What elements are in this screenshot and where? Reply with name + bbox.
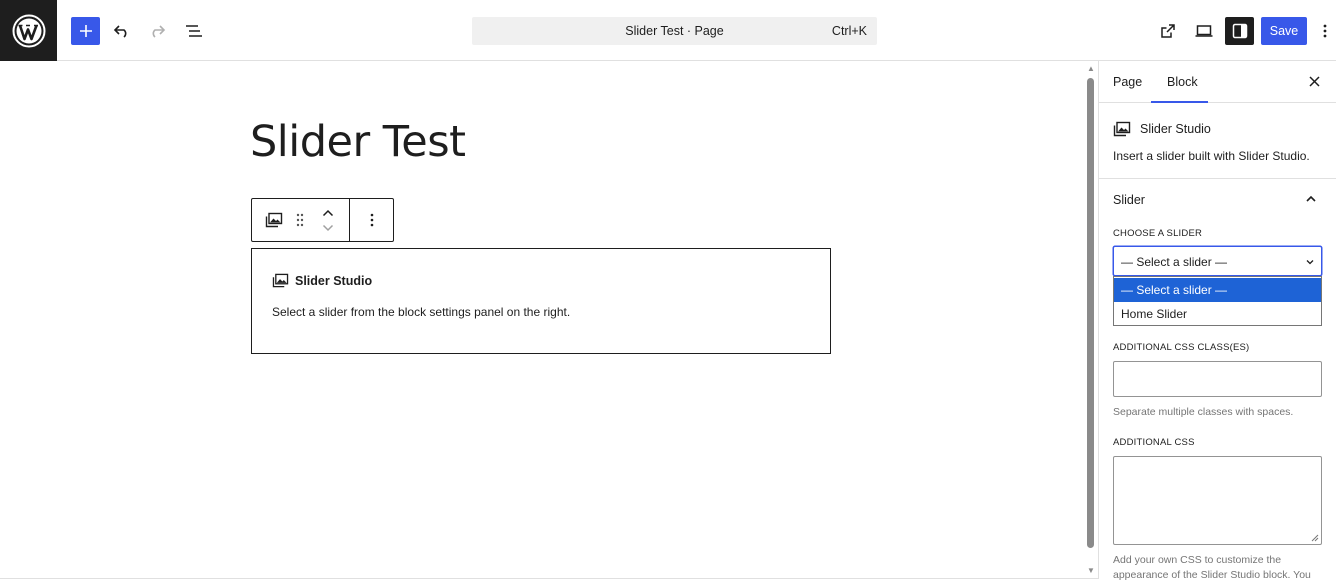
block-card-description: Insert a slider built with Slider Studio… (1113, 149, 1310, 163)
slider-select[interactable]: — Select a slider — (1113, 246, 1322, 276)
undo-icon (113, 25, 127, 38)
plus-icon (79, 25, 92, 37)
settings-toggle-button[interactable] (1225, 17, 1254, 45)
bottom-divider (0, 578, 1098, 579)
document-title: Slider Test · Page (625, 24, 724, 38)
move-up-button[interactable] (316, 205, 340, 220)
external-link-icon (1161, 24, 1175, 38)
block-type-button[interactable] (260, 199, 288, 241)
resize-handle-icon[interactable] (1311, 534, 1319, 542)
more-vertical-icon (370, 213, 374, 227)
preview-button[interactable] (1190, 17, 1218, 45)
options-menu-button[interactable] (1315, 17, 1335, 45)
editor-canvas: Slider Test Slider Studio Select a slide… (0, 61, 1084, 579)
command-palette-button[interactable]: Slider Test · Page Ctrl+K (472, 17, 877, 45)
desktop-icon (1195, 25, 1213, 37)
settings-sidebar: Page Block Slider Studio Insert a slider… (1098, 61, 1336, 581)
list-view-icon (186, 25, 202, 37)
block-options-button[interactable] (358, 199, 386, 241)
redo-button[interactable] (143, 17, 171, 45)
slider-select-value: — Select a slider — (1121, 255, 1228, 269)
block-card: Slider Studio Insert a slider built with… (1099, 103, 1336, 179)
css-class-input[interactable] (1113, 361, 1322, 397)
slider-studio-block[interactable]: Slider Studio Select a slider from the b… (251, 248, 831, 354)
chevron-down-icon (1306, 260, 1314, 265)
scroll-thumb[interactable] (1087, 78, 1094, 548)
block-toolbar (251, 198, 394, 242)
scroll-up-arrow-icon[interactable]: ▲ (1086, 65, 1096, 73)
canvas-scrollbar[interactable]: ▲ ▼ (1084, 61, 1098, 579)
drag-handle[interactable] (292, 199, 308, 241)
add-block-button[interactable] (71, 17, 100, 45)
redo-icon (152, 25, 166, 38)
slider-block-icon (265, 212, 283, 228)
tab-block[interactable]: Block (1167, 75, 1198, 89)
chevron-up-icon (322, 209, 334, 216)
block-placeholder-header: Slider Studio (272, 273, 372, 288)
move-down-button[interactable] (316, 220, 340, 235)
toolbar-divider (349, 199, 350, 241)
collapse-panel-button[interactable] (1304, 192, 1318, 206)
drag-handle-icon (296, 213, 304, 227)
page-title[interactable]: Slider Test (250, 117, 466, 167)
scroll-down-arrow-icon[interactable]: ▼ (1086, 567, 1096, 575)
tab-page[interactable]: Page (1113, 75, 1142, 89)
keyboard-shortcut: Ctrl+K (831, 24, 867, 38)
document-overview-button[interactable] (180, 17, 208, 45)
block-placeholder-text: Select a slider from the block settings … (272, 305, 571, 319)
chevron-down-icon (322, 224, 334, 231)
sidebar-tabs: Page Block (1099, 61, 1336, 103)
wordpress-w-icon (12, 14, 45, 47)
save-button[interactable]: Save (1261, 17, 1307, 45)
slider-option[interactable]: Home Slider (1114, 302, 1321, 326)
slider-panel-title[interactable]: Slider (1113, 193, 1145, 207)
sidebar-icon (1232, 23, 1247, 39)
slider-option[interactable]: — Select a slider — (1114, 278, 1321, 302)
slider-options-list: — Select a slider — Home Slider (1113, 276, 1322, 326)
view-page-button[interactable] (1154, 17, 1182, 45)
editor-header: Slider Test · Page Ctrl+K Save (0, 0, 1336, 61)
more-vertical-icon (1323, 24, 1327, 38)
css-class-help: Separate multiple classes with spaces. (1113, 406, 1294, 418)
additional-css-textarea[interactable] (1113, 456, 1322, 545)
undo-button[interactable] (108, 17, 136, 45)
additional-css-help: Add your own CSS to customize the appear… (1113, 554, 1311, 581)
wordpress-logo-icon[interactable] (0, 0, 57, 61)
close-icon (1308, 75, 1320, 87)
slider-block-icon (272, 273, 289, 288)
close-sidebar-button[interactable] (1305, 72, 1323, 90)
additional-css-label: Additional CSS (1113, 437, 1195, 448)
block-placeholder-title: Slider Studio (295, 273, 373, 288)
block-card-header: Slider Studio (1113, 121, 1211, 137)
css-class-label: Additional CSS class(es) (1113, 342, 1250, 353)
choose-slider-label: Choose a slider (1113, 228, 1203, 239)
slider-block-icon (1113, 121, 1131, 137)
chevron-up-icon (1306, 195, 1316, 202)
block-card-title: Slider Studio (1140, 122, 1211, 136)
